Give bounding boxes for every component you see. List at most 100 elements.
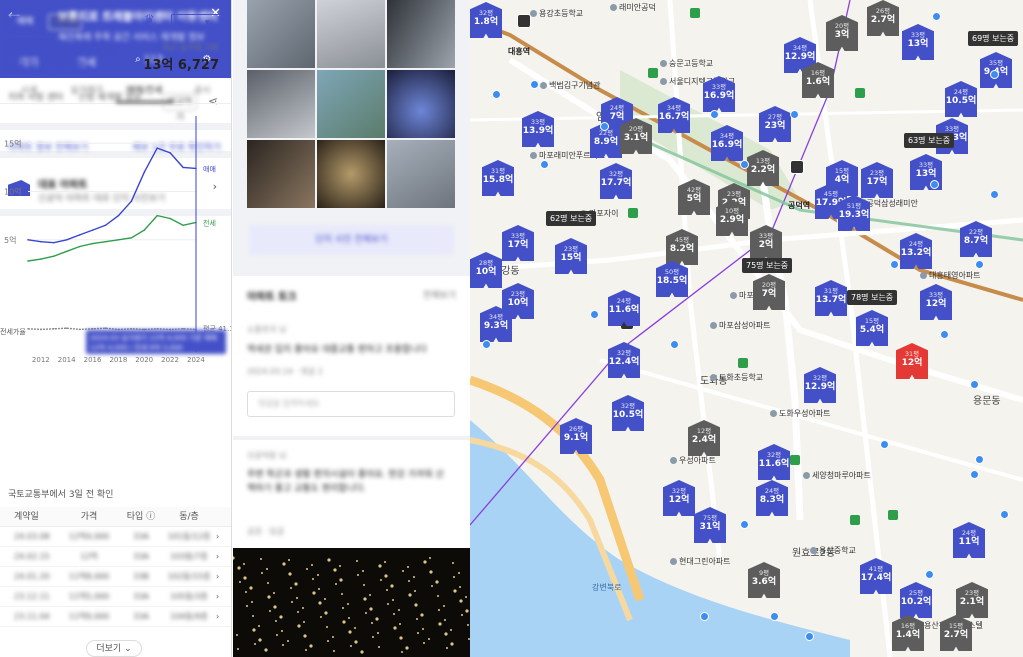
table-row[interactable]: 24.01.20 11억8,000 33B 102동/15층 ›: [0, 567, 231, 587]
bus-stop-icon[interactable]: [740, 520, 749, 529]
bus-stop-icon[interactable]: [710, 110, 719, 119]
bus-stop-icon[interactable]: [890, 260, 899, 269]
viewer-badge[interactable]: 69명 보는중: [968, 31, 1019, 46]
table-row[interactable]: 24.03.08 12억4,000 33A 101동/12층 ›: [0, 527, 231, 547]
table-row[interactable]: 24.02.15 12억 33A 103동/7층 ›: [0, 547, 231, 567]
price-marker[interactable]: 34평 16.7억: [658, 97, 690, 133]
more-button[interactable]: 더보기 ⌄: [86, 640, 142, 657]
tab-transaction[interactable]: 실거래가: [58, 80, 116, 103]
price-marker[interactable]: 15평 2.7억: [940, 615, 972, 651]
tab-price[interactable]: 시세: [0, 80, 58, 103]
price-marker[interactable]: 24평 11.6억: [608, 290, 640, 326]
price-marker[interactable]: 34평 9.3억: [480, 306, 512, 342]
bus-stop-icon[interactable]: [700, 612, 709, 621]
price-marker[interactable]: 32평 12억: [663, 480, 695, 516]
price-marker[interactable]: 13평 2.2억: [747, 150, 779, 186]
photo-thumb[interactable]: [247, 70, 315, 138]
viewer-badge[interactable]: 78명 보는중: [847, 290, 898, 305]
price-marker[interactable]: 24평 11억: [953, 522, 985, 558]
map-view[interactable]: 염리동 용강동 도화동 용문동 원효로2동 대흥역 공덕역 용강초등학교 래미안…: [470, 0, 1023, 657]
price-marker[interactable]: 31평 13.7억: [815, 280, 847, 316]
price-marker[interactable]: 33평 12억: [920, 284, 952, 320]
price-marker[interactable]: 27평 23억: [759, 106, 791, 142]
sale-toggle[interactable]: 매매: [8, 14, 42, 30]
bus-stop-icon[interactable]: [590, 310, 599, 319]
price-marker[interactable]: 20평 3.1억: [620, 118, 652, 154]
station-icon[interactable]: [790, 160, 804, 174]
price-marker[interactable]: 9평 3.6억: [748, 562, 780, 598]
price-marker[interactable]: 50평 18.5억: [656, 261, 688, 297]
bus-stop-icon[interactable]: [600, 122, 609, 131]
price-marker[interactable]: 23평 2.1억: [956, 582, 988, 618]
photo-thumb[interactable]: [247, 0, 315, 68]
all-photos-button[interactable]: 단지 사진 전체보기: [249, 225, 454, 255]
price-marker[interactable]: 16평 1.4억: [892, 615, 924, 651]
table-row[interactable]: 23.11.04 11억9,000 33A 104동/9층 ›: [0, 607, 231, 627]
bus-stop-icon[interactable]: [990, 190, 999, 199]
price-marker[interactable]: 51평 19.3억: [838, 195, 870, 231]
price-marker[interactable]: 75평 31억: [694, 507, 726, 543]
price-marker[interactable]: 28평 10억: [470, 252, 502, 288]
bus-stop-icon[interactable]: [740, 160, 749, 169]
photo-thumb[interactable]: [317, 140, 385, 208]
bus-stop-icon[interactable]: [482, 340, 491, 349]
viewer-badge[interactable]: 63명 보는중: [904, 133, 955, 148]
price-marker[interactable]: 33평 17억: [502, 225, 534, 261]
price-marker[interactable]: 31평 12억: [896, 343, 928, 379]
price-marker[interactable]: 23평 17억: [861, 162, 893, 198]
price-marker[interactable]: 31평 15.8억: [482, 160, 514, 196]
viewer-badge[interactable]: 75명 보는중: [742, 258, 793, 273]
photo-thumb[interactable]: [247, 140, 315, 208]
price-marker[interactable]: 25평 10.2억: [900, 582, 932, 618]
help-icon[interactable]: ⓘ: [146, 512, 155, 522]
bus-stop-icon[interactable]: [1000, 510, 1009, 519]
bus-stop-icon[interactable]: [990, 70, 999, 79]
photo-thumb[interactable]: [387, 70, 455, 138]
bus-stop-icon[interactable]: [670, 340, 679, 349]
tab-sale-rent[interactable]: 매매/전세: [115, 80, 174, 103]
price-marker[interactable]: 32평 12.9억: [804, 367, 836, 403]
photo-thumb[interactable]: [387, 0, 455, 68]
price-marker[interactable]: 26평 2.7억: [867, 0, 899, 36]
tab-official[interactable]: 공시: [173, 80, 231, 103]
bus-stop-icon[interactable]: [940, 330, 949, 339]
price-marker[interactable]: 34평 16.9억: [711, 125, 743, 161]
price-marker[interactable]: 32평 11.6억: [758, 444, 790, 480]
bus-stop-icon[interactable]: [932, 12, 941, 21]
price-marker[interactable]: 12평 2.4억: [688, 420, 720, 456]
price-marker[interactable]: 32평 1.8억: [470, 2, 502, 38]
price-marker[interactable]: 41평 17.4억: [860, 558, 892, 594]
price-marker[interactable]: 24평 8.3억: [756, 480, 788, 516]
price-marker[interactable]: 16평 1.6억: [802, 62, 834, 98]
price-marker[interactable]: 33평 13.9억: [522, 111, 554, 147]
viewer-badge[interactable]: 62명 보는중: [546, 211, 597, 226]
price-marker[interactable]: 33평 2억: [750, 225, 782, 261]
talk-all-link[interactable]: 전체보기: [423, 288, 456, 301]
price-marker[interactable]: 24평 10.5억: [945, 81, 977, 117]
type-select[interactable]: 33평 ▾: [171, 14, 221, 30]
price-marker[interactable]: 20평 7억: [753, 274, 785, 310]
price-marker[interactable]: 23평 15억: [555, 238, 587, 274]
price-marker[interactable]: 42평 5억: [678, 179, 710, 215]
price-marker[interactable]: 10평 2.9억: [716, 200, 748, 236]
bus-stop-icon[interactable]: [530, 80, 539, 89]
price-marker[interactable]: 24평 13.2억: [900, 233, 932, 269]
price-marker[interactable]: 26평 9.1억: [560, 418, 592, 454]
price-marker[interactable]: 15평 5.4억: [856, 310, 888, 346]
photo-thumb[interactable]: [317, 0, 385, 68]
bus-stop-icon[interactable]: [930, 180, 939, 189]
bus-stop-icon[interactable]: [970, 470, 979, 479]
talk-photo[interactable]: [233, 548, 470, 657]
bus-stop-icon[interactable]: [975, 260, 984, 269]
table-row[interactable]: 23.12.11 11억5,000 33A 105동/3층 ›: [0, 587, 231, 607]
bus-stop-icon[interactable]: [770, 612, 779, 621]
price-marker[interactable]: 45평 8.2억: [666, 229, 698, 265]
price-marker[interactable]: 32평 12.4억: [608, 342, 640, 378]
bus-stop-icon[interactable]: [975, 455, 984, 464]
price-marker[interactable]: 32평 17.7억: [600, 163, 632, 199]
bus-stop-icon[interactable]: [925, 570, 934, 579]
station-icon[interactable]: [517, 14, 531, 28]
photo-thumb[interactable]: [317, 70, 385, 138]
bus-stop-icon[interactable]: [790, 110, 799, 119]
price-marker[interactable]: 22평 8.7억: [960, 221, 992, 257]
